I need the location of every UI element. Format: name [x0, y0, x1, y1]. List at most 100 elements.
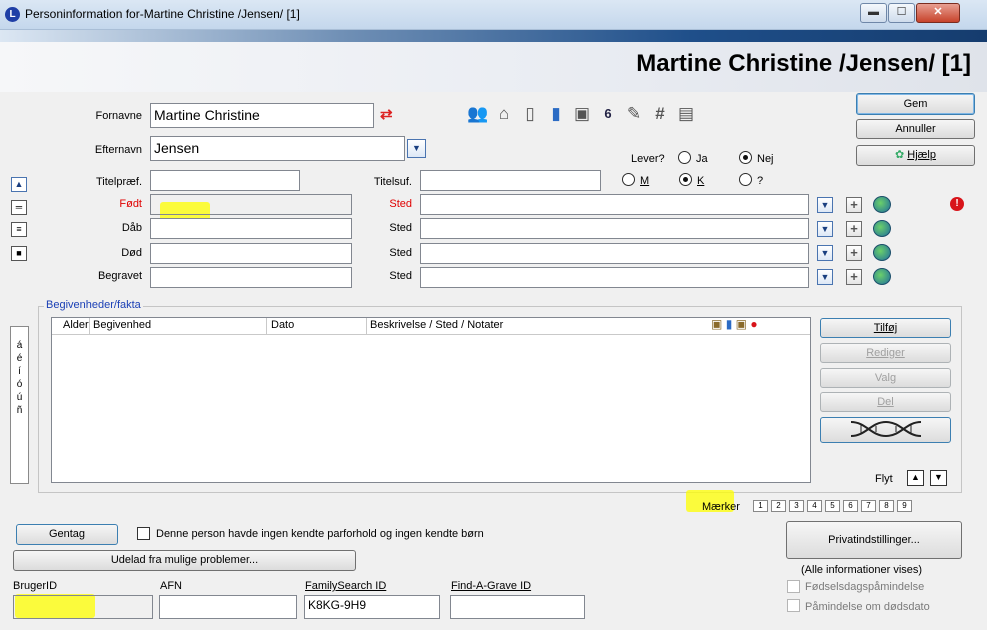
sex-unknown-radio[interactable]	[739, 173, 752, 186]
efternavn-input[interactable]: Jensen	[150, 136, 405, 161]
pen-icon[interactable]: ✎	[622, 104, 646, 124]
death-reminder-checkbox[interactable]	[787, 599, 800, 612]
daab-add-button[interactable]: +	[846, 221, 862, 237]
begravet-sted-label: Sted	[389, 270, 412, 282]
hash-icon[interactable]: #	[648, 104, 672, 124]
findagrave-input[interactable]	[450, 595, 585, 619]
dna-button[interactable]	[820, 417, 951, 443]
fornavne-input[interactable]: Martine Christine	[150, 103, 374, 128]
brugerid-input[interactable]	[13, 595, 153, 619]
begravet-add-button[interactable]: +	[846, 269, 862, 285]
help-button[interactable]: ✿ Hjælp	[856, 145, 975, 166]
column-begivenhed[interactable]: Begivenhed	[93, 319, 151, 331]
char-n-button[interactable]: ñ	[11, 404, 28, 417]
column-beskrivelse[interactable]: Beskrivelse / Sted / Notater	[370, 319, 503, 331]
home-icon[interactable]: ⌂	[492, 104, 516, 124]
books-icon[interactable]: ▮	[726, 317, 733, 331]
maerker-box[interactable]: 7	[861, 500, 876, 512]
maerker-box[interactable]: 4	[807, 500, 822, 512]
char-e-button[interactable]: é	[11, 352, 28, 365]
birthday-reminder-checkbox[interactable]	[787, 580, 800, 593]
cancel-button[interactable]: Annuller	[856, 119, 975, 139]
foedt-globe-icon[interactable]	[873, 196, 891, 213]
choose-event-label: Valg	[874, 372, 897, 384]
daab-date-input[interactable]	[150, 218, 352, 239]
doed-place-input[interactable]	[420, 243, 809, 264]
afn-input[interactable]	[159, 595, 297, 619]
column-divider	[266, 318, 267, 335]
column-dato[interactable]: Dato	[271, 319, 294, 331]
lever-nej-radio[interactable]	[739, 151, 752, 164]
photo-icon[interactable]: ▣	[570, 104, 594, 124]
note-icon[interactable]: ▯	[518, 104, 542, 124]
alert-icon[interactable]: ●	[750, 317, 757, 331]
char-i-button[interactable]: í	[11, 365, 28, 378]
char-o-button[interactable]: ó	[11, 378, 28, 391]
maximize-button[interactable]: ☐	[888, 3, 915, 23]
nav-view1-button[interactable]: ═	[11, 200, 27, 215]
photo-icon[interactable]: ▣	[736, 317, 747, 331]
events-table[interactable]	[51, 317, 811, 483]
no-partner-checkbox[interactable]	[137, 527, 150, 540]
nav-view2-button[interactable]: ≡	[11, 222, 27, 237]
people-icon[interactable]: ▣	[711, 317, 722, 331]
lever-ja-radio[interactable]	[678, 151, 691, 164]
minimize-button[interactable]: ▬	[860, 3, 887, 23]
save-button[interactable]: Gem	[856, 93, 975, 115]
udelad-button[interactable]: Udelad fra mulige problemer...	[13, 550, 356, 571]
people-icon[interactable]: 👥	[466, 104, 490, 124]
doed-globe-icon[interactable]	[873, 244, 891, 261]
sex-m-radio[interactable]	[622, 173, 635, 186]
sex-k-radio[interactable]	[679, 173, 692, 186]
maerker-box[interactable]: 8	[879, 500, 894, 512]
foedt-place-input[interactable]	[420, 194, 809, 215]
begravet-label: Begravet	[97, 270, 142, 282]
begravet-place-dropdown[interactable]: ▼	[817, 269, 833, 285]
daab-place-input[interactable]	[420, 218, 809, 239]
daab-label: Dåb	[121, 222, 142, 234]
begravet-place-input[interactable]	[420, 267, 809, 288]
doed-add-button[interactable]: +	[846, 245, 862, 261]
calendar-icon[interactable]: 6	[596, 104, 620, 124]
edit-event-button[interactable]: Rediger	[820, 343, 951, 363]
foedt-add-button[interactable]: +	[846, 197, 862, 213]
nav-view3-button[interactable]: ■	[11, 246, 27, 261]
choose-event-button[interactable]: Valg	[820, 368, 951, 388]
titelpraef-input[interactable]	[150, 170, 300, 191]
column-alder[interactable]: Alder	[63, 319, 89, 331]
doed-date-input[interactable]	[150, 243, 352, 264]
nav-up-button[interactable]: ▲	[11, 177, 27, 192]
maerker-box[interactable]: 5	[825, 500, 840, 512]
titelsuf-input[interactable]	[420, 170, 601, 191]
daab-globe-icon[interactable]	[873, 220, 891, 237]
begravet-date-input[interactable]	[150, 267, 352, 288]
char-u-button[interactable]: ú	[11, 391, 28, 404]
char-a-button[interactable]: á	[11, 339, 28, 352]
maerker-box[interactable]: 6	[843, 500, 858, 512]
lever-label: Lever?	[631, 153, 665, 165]
foedt-place-dropdown[interactable]: ▼	[817, 197, 833, 213]
death-reminder-label: Påmindelse om dødsdato	[805, 601, 930, 613]
gentag-button[interactable]: Gentag	[16, 524, 118, 545]
move-up-button[interactable]: ▲	[907, 470, 924, 486]
maerker-box[interactable]: 9	[897, 500, 912, 512]
maerker-box[interactable]: 2	[771, 500, 786, 512]
privacy-settings-button[interactable]: Privatindstillinger...	[786, 521, 962, 559]
close-window-button[interactable]: ✕	[916, 3, 960, 23]
familysearch-label[interactable]: FamilySearch ID	[305, 580, 386, 592]
books-icon[interactable]: ▮	[544, 104, 568, 124]
add-event-button[interactable]: Tilføj	[820, 318, 951, 338]
maerker-box[interactable]: 3	[789, 500, 804, 512]
familysearch-input[interactable]: K8KG-9H9	[304, 595, 440, 619]
daab-place-dropdown[interactable]: ▼	[817, 221, 833, 237]
delete-event-button[interactable]: Del	[820, 392, 951, 412]
maerker-box[interactable]: 1	[753, 500, 768, 512]
swap-names-icon[interactable]: ⇄	[380, 105, 393, 123]
move-down-button[interactable]: ▼	[930, 470, 947, 486]
efternavn-dropdown-button[interactable]: ▼	[407, 139, 426, 158]
begravet-globe-icon[interactable]	[873, 268, 891, 285]
foedt-date-input[interactable]	[150, 194, 352, 215]
reference-icon[interactable]: ▤	[674, 104, 698, 124]
findagrave-label[interactable]: Find-A-Grave ID	[451, 580, 531, 592]
doed-place-dropdown[interactable]: ▼	[817, 245, 833, 261]
